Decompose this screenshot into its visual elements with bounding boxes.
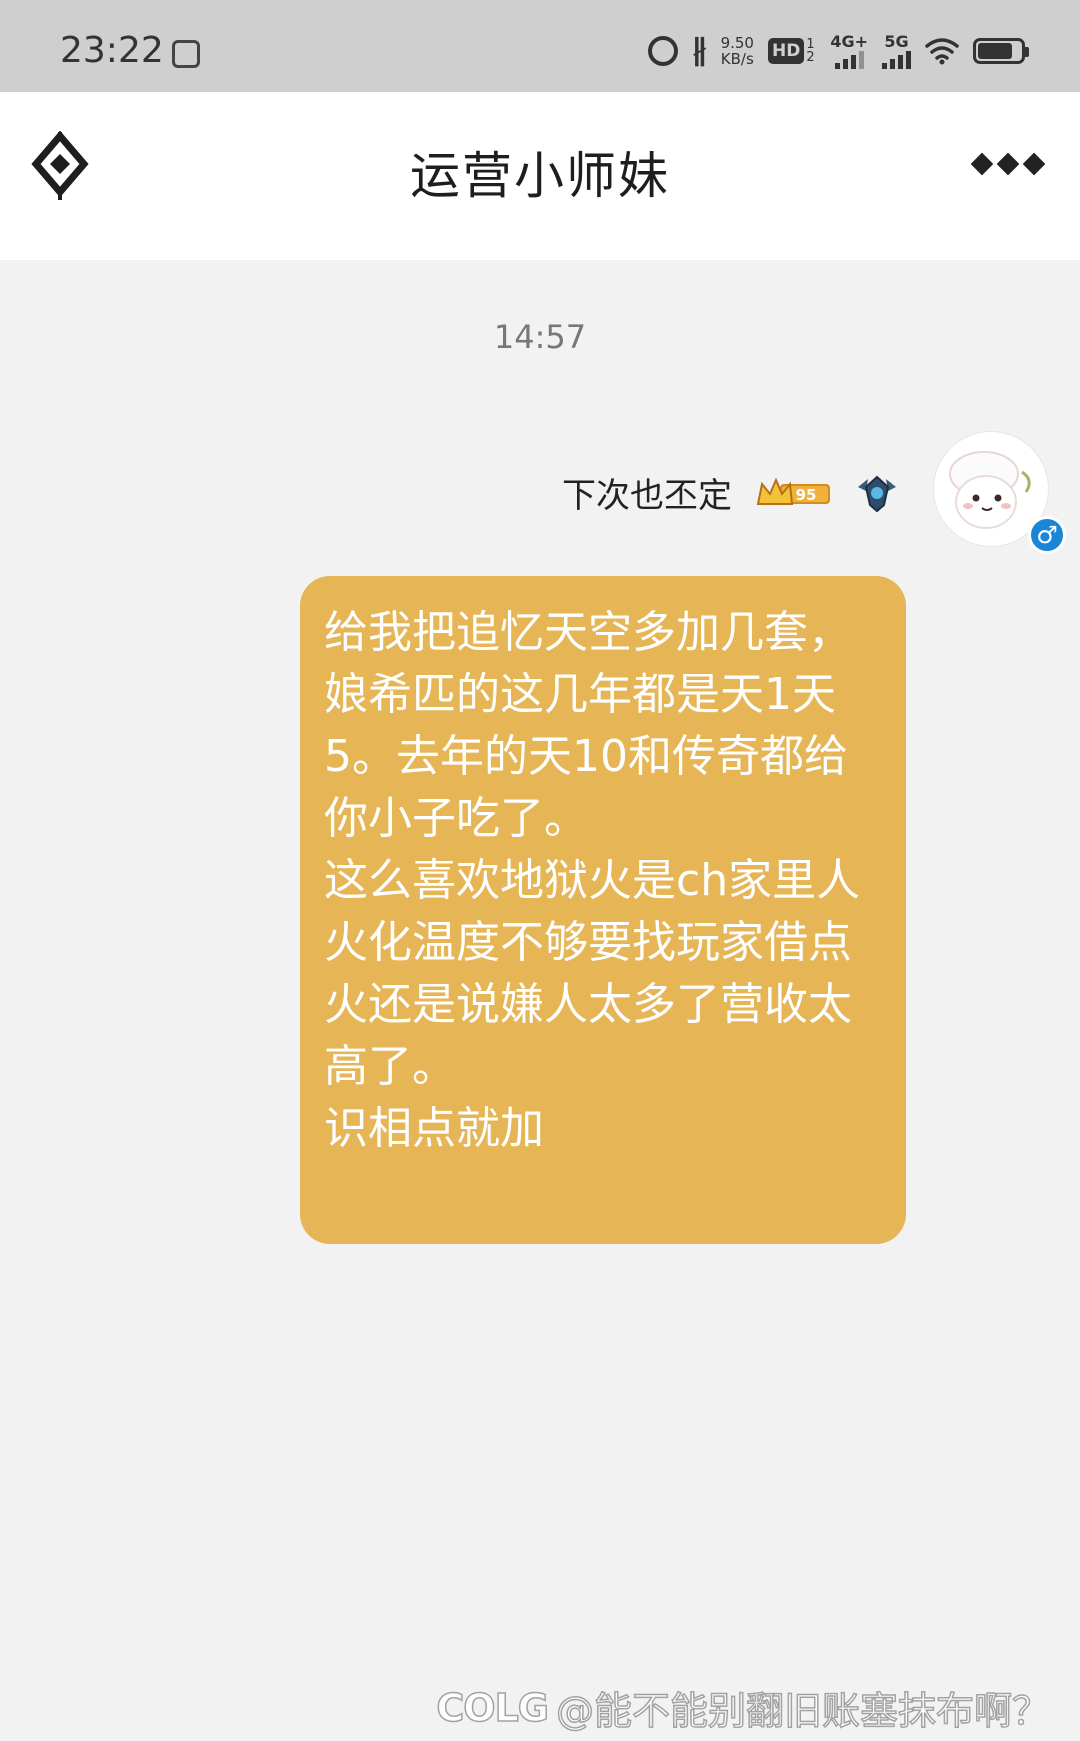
status-bar: 23:22 ∦ 9.50 KB/s HD 1 2 4G+ 5G: [0, 0, 1080, 92]
signal-4g-icon: 4G+: [830, 32, 868, 69]
more-icon[interactable]: [970, 152, 1046, 176]
watermark-text: @能不能别翻旧账塞抹布啊？: [555, 1688, 1051, 1734]
network-speed-unit: KB/s: [720, 49, 754, 68]
avatar[interactable]: ♂: [934, 432, 1066, 554]
bluetooth-icon: ∦: [691, 33, 707, 68]
message-bubble[interactable]: 给我把追忆天空多加几套，娘希匹的这几年都是天1天5。去年的天10和传奇都给你小子…: [300, 576, 906, 1244]
hd-label: HD: [767, 37, 805, 64]
level-crown-badge: 95: [756, 476, 830, 505]
app-notification-icon: [172, 40, 200, 68]
watermark: COLG @能不能别翻旧账塞抹布啊？: [436, 1680, 1051, 1735]
hd-icon: HD 1 2: [767, 36, 816, 65]
rank-emblem-icon: [858, 475, 896, 512]
sender-name[interactable]: 下次也丕定: [562, 468, 732, 517]
message-text: 给我把追忆天空多加几套，娘希匹的这几年都是天1天5。去年的天10和传奇都给你小子…: [324, 607, 861, 1154]
network-speed: 9.50 KB/s: [721, 35, 754, 67]
battery-icon: [973, 37, 1029, 64]
gender-male-icon: ♂: [1028, 516, 1066, 554]
page-title: 运营小师妹: [410, 147, 670, 205]
signal-5g-label: 5G: [884, 32, 909, 51]
signal-4g-label: 4G+: [830, 32, 868, 51]
more-dot: [970, 152, 994, 176]
colg-logo: COLG: [436, 1685, 550, 1731]
hd-sub: 1 2: [806, 36, 815, 65]
more-dot: [996, 152, 1020, 176]
chat-header: 运营小师妹: [0, 92, 1080, 260]
more-dot: [1022, 152, 1046, 176]
network-speed-value: 9.50: [720, 33, 754, 52]
battery-fill: [978, 42, 1012, 59]
signal-5g-icon: 5G: [882, 32, 911, 69]
status-time: 23:22: [60, 30, 164, 71]
sender-info: 下次也丕定 95: [562, 468, 900, 517]
wifi-icon: [925, 37, 959, 64]
message-timestamp: 14:57: [493, 318, 587, 356]
level-number: 95: [796, 486, 817, 504]
alarm-icon: [647, 35, 678, 66]
status-icons: ∦ 9.50 KB/s HD 1 2 4G+ 5G: [647, 32, 1029, 69]
